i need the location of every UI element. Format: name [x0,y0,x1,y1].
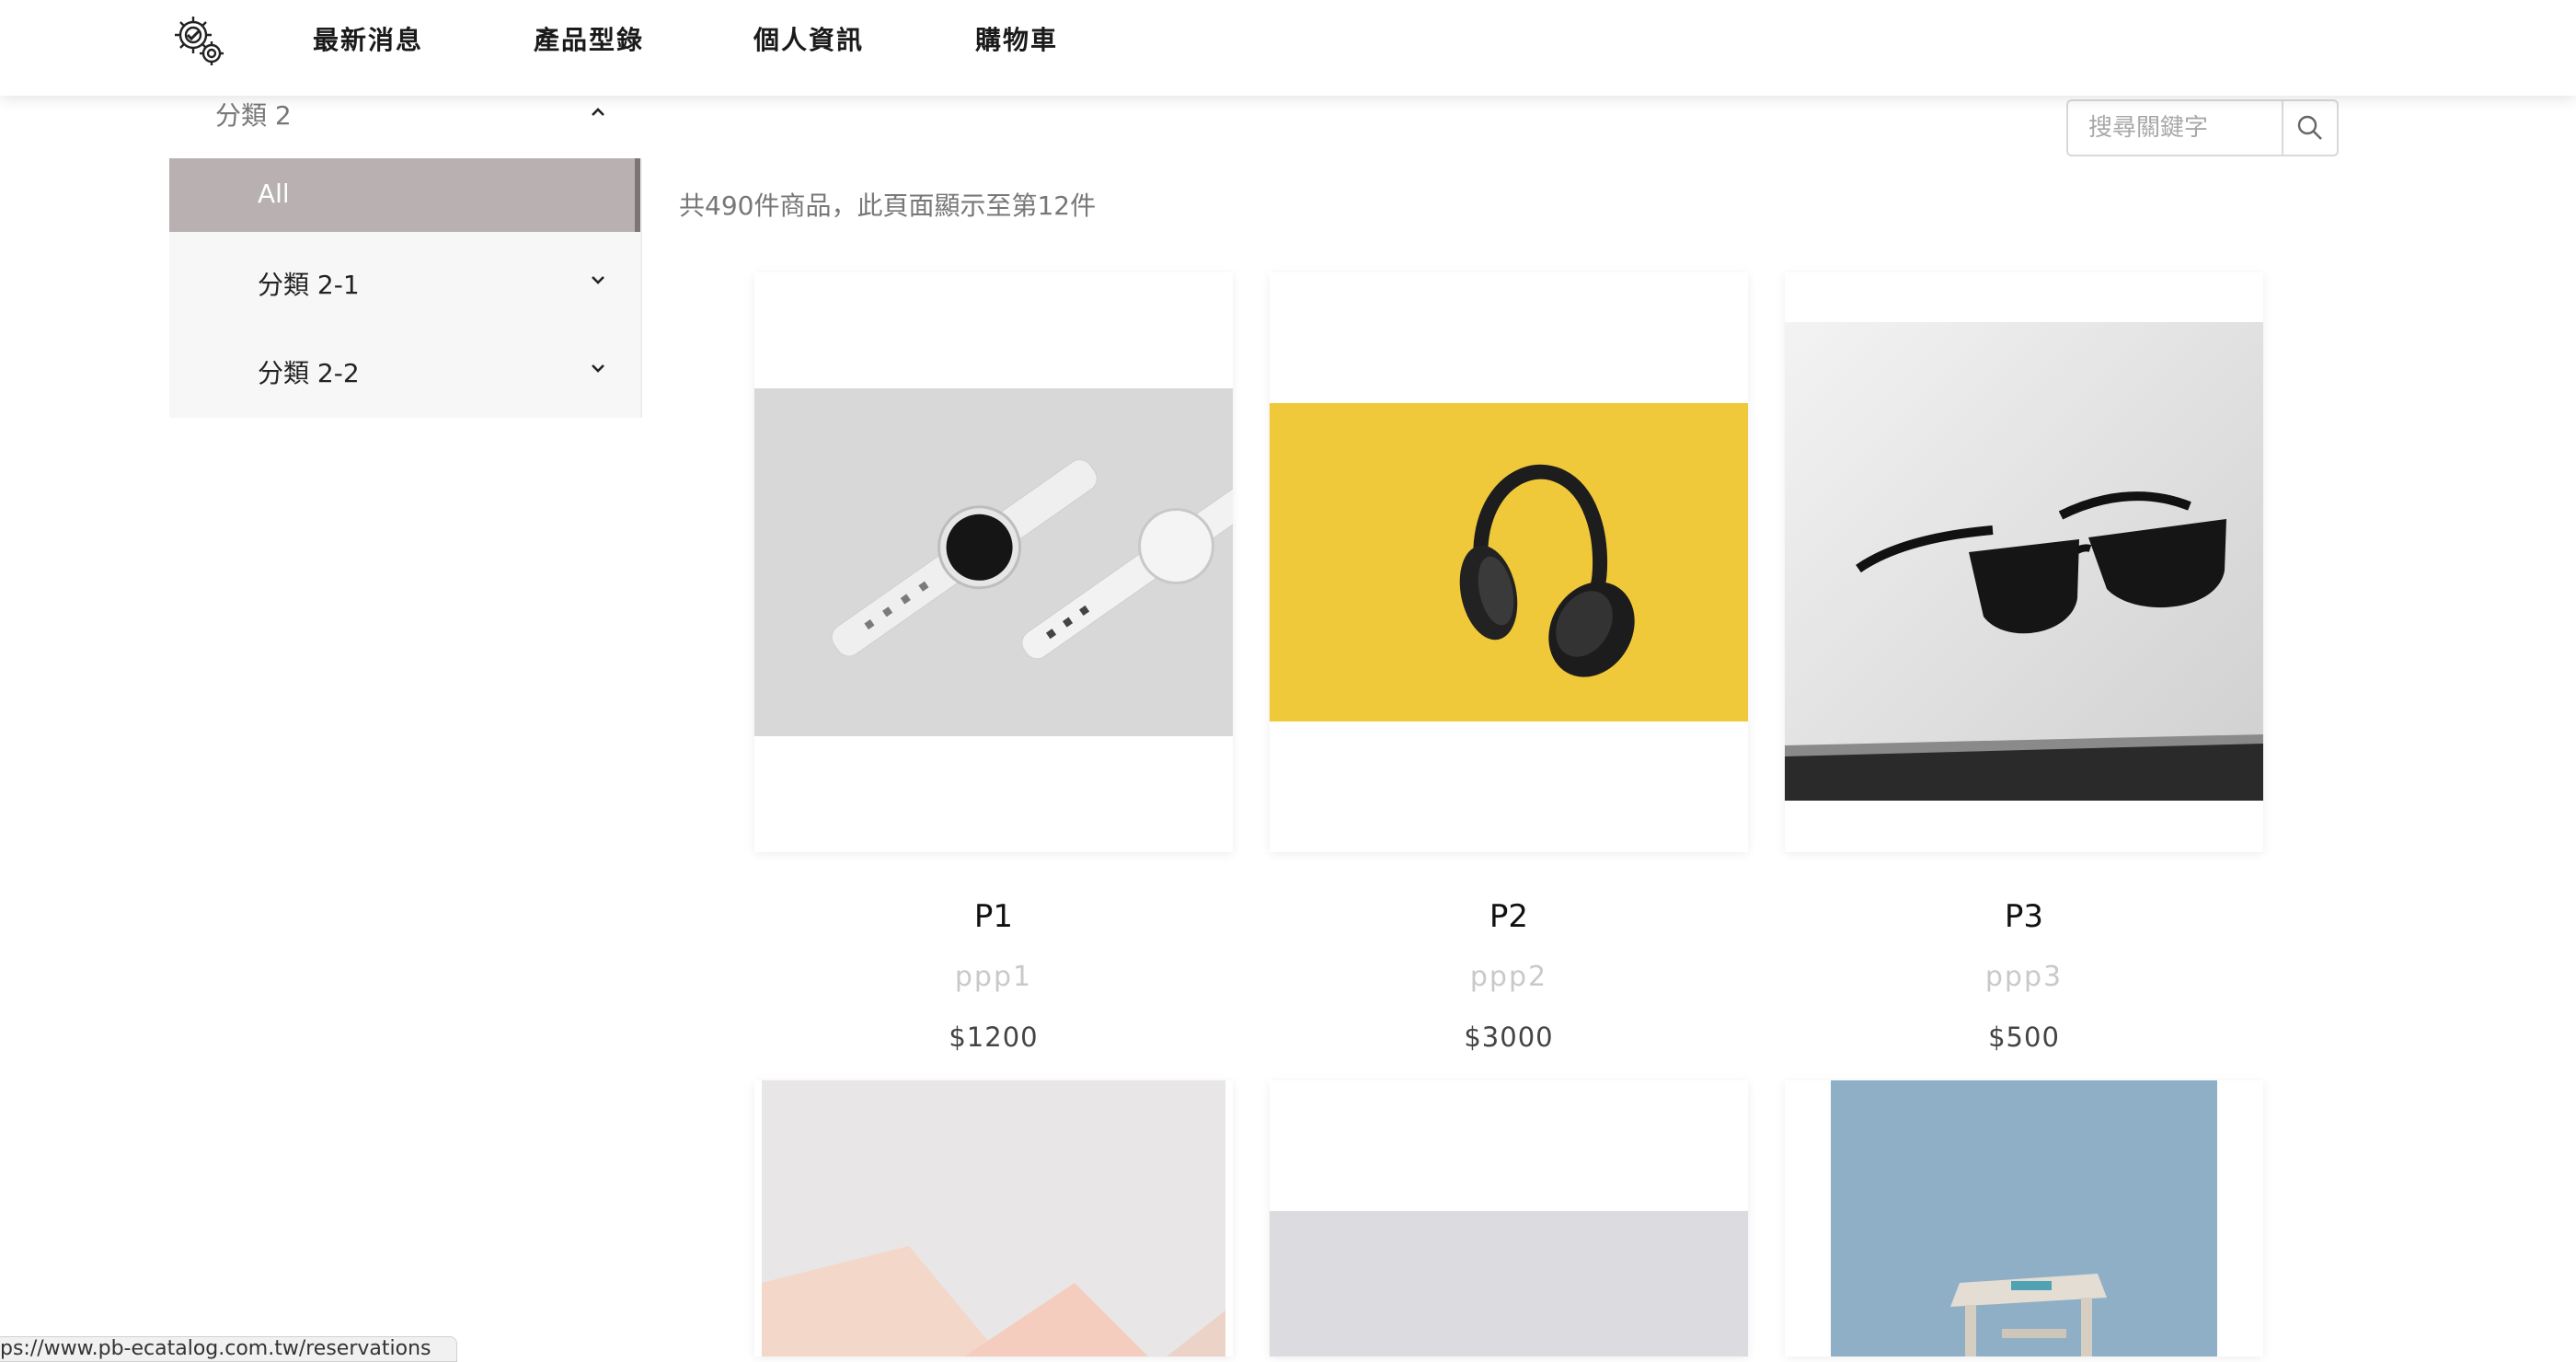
sidebar-item-label: 分類 2-2 [258,358,360,388]
search-input[interactable] [2068,101,2282,155]
product-card[interactable] [1785,1080,2263,1356]
product-price: $3000 [1464,1022,1554,1053]
product-name[interactable]: P1 [754,898,1233,935]
sidebar-item-subcategory-2-2[interactable]: 分類 2-2 [169,333,640,421]
top-navigation: 最新消息 產品型錄 個人資訊 購物車 [0,0,2576,96]
product-image-stool[interactable] [1831,1080,2217,1356]
product-card[interactable] [1785,272,2263,852]
nav-news[interactable]: 最新消息 [313,20,423,57]
product-card[interactable] [754,272,1233,852]
product-card[interactable] [1270,1080,1748,1356]
product-name[interactable]: P3 [1785,898,2263,935]
product-card[interactable] [754,1080,1233,1356]
product-image-sunglasses[interactable] [1785,322,2263,801]
product-image-watches[interactable] [754,388,1233,736]
product-subtitle: ppp2 [1469,961,1548,993]
product-image-paper[interactable] [762,1080,1225,1356]
status-bar-url: ps://www.pb-ecatalog.com.tw/reservations [0,1336,457,1362]
sidebar-item-all[interactable]: All [169,158,640,232]
result-summary: 共490件商品，此頁面顯示至第12件 [679,190,1097,221]
sidebar-item-subcategory-2-1[interactable]: 分類 2-1 [169,245,640,333]
search-box [2066,99,2339,156]
product-name[interactable]: P2 [1270,898,1748,935]
nav-cart[interactable]: 購物車 [975,20,1058,57]
nav-catalog[interactable]: 產品型錄 [534,20,644,57]
product-subtitle: ppp3 [1984,961,2064,993]
subcategory-panel: All 分類 2-1 分類 2-2 [169,158,642,418]
chevron-up-icon[interactable] [587,99,609,130]
product-card[interactable] [1270,272,1748,852]
product-image-grey[interactable] [1270,1211,1748,1356]
chevron-down-icon[interactable] [587,269,609,294]
search-button[interactable] [2282,101,2337,155]
product-price: $1200 [949,1022,1039,1053]
sidebar-item-label: All [258,179,290,209]
chevron-down-icon[interactable] [587,357,609,383]
product-subtitle: ppp1 [954,961,1033,993]
product-image-headphones[interactable] [1270,403,1748,721]
category-header[interactable]: 分類 2 [169,96,640,158]
nav-profile[interactable]: 個人資訊 [753,20,864,57]
gears-icon[interactable] [169,11,226,68]
category-label: 分類 2 [215,100,292,131]
sidebar-item-label: 分類 2-1 [258,270,360,300]
product-price: $500 [1988,1022,2060,1053]
